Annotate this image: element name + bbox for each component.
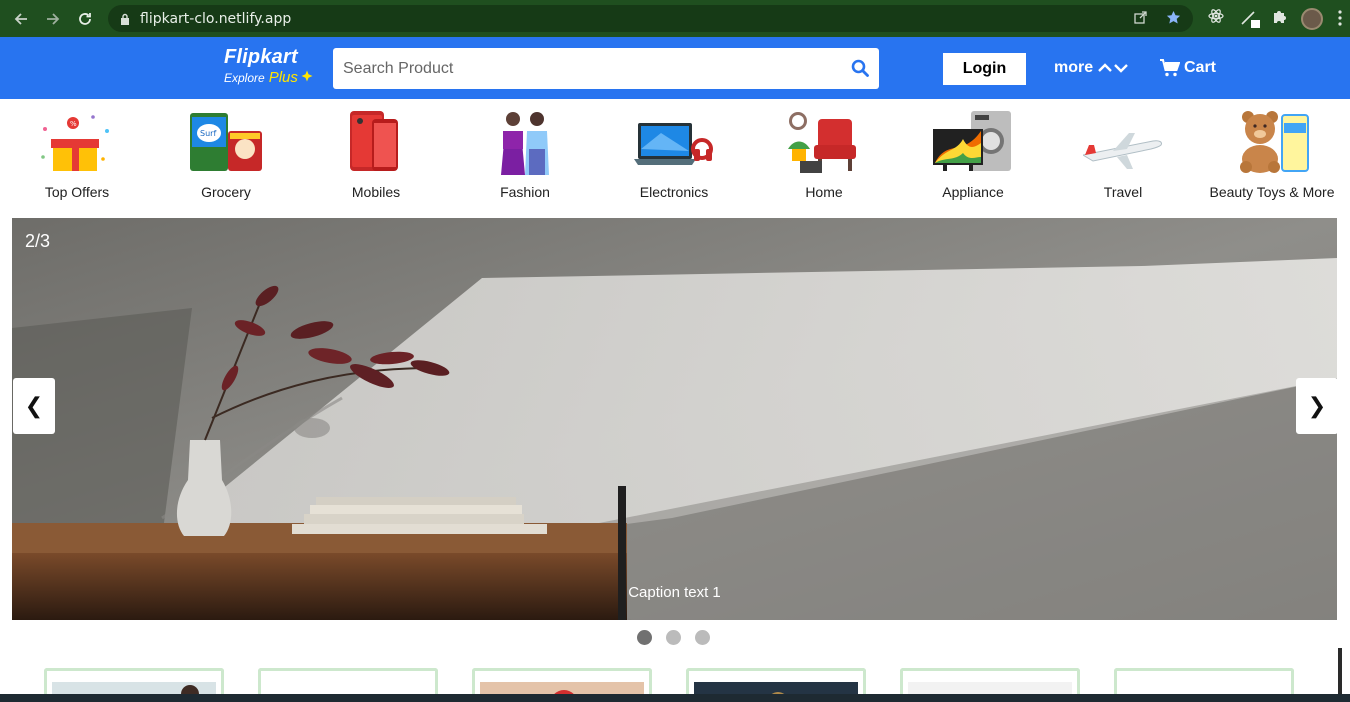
- flipkart-logo[interactable]: Flipkart Explore Plus: [224, 46, 313, 86]
- reload-icon[interactable]: [74, 8, 96, 30]
- menu-kebab-icon[interactable]: [1338, 10, 1342, 26]
- page-edge-shadow: [1338, 648, 1342, 694]
- react-extension-icon[interactable]: [1208, 8, 1224, 28]
- category-grocery[interactable]: Surf Grocery: [156, 109, 296, 200]
- appliance-icon: [933, 111, 1011, 171]
- grocery-icon: Surf: [190, 113, 262, 171]
- category-label: Fashion: [500, 184, 550, 200]
- carousel-prev-button[interactable]: ❮: [13, 378, 55, 434]
- category-label: Home: [805, 184, 843, 200]
- more-menu[interactable]: more: [1054, 59, 1129, 77]
- fashion-icon: [501, 112, 549, 175]
- home-decor-icon: [788, 112, 856, 173]
- hero-carousel: 2/3 Caption text 1 ❮ ❯: [12, 218, 1337, 620]
- pen-extension-icon[interactable]: [1240, 8, 1260, 32]
- category-top-offers[interactable]: % Top Offers: [7, 109, 147, 200]
- category-fashion[interactable]: Fashion: [455, 109, 595, 200]
- category-home[interactable]: Home: [754, 109, 894, 200]
- slide-counter: 2/3: [25, 231, 51, 251]
- logo-text: Flipkart: [224, 46, 298, 68]
- carousel-dot-3[interactable]: [695, 630, 710, 645]
- slide-caption: Caption text 1: [628, 584, 721, 601]
- cart-label: Cart: [1184, 59, 1217, 76]
- teddy-bear-icon: [1240, 111, 1309, 173]
- url-text: flipkart-clo.netlify.app: [140, 10, 292, 27]
- browser-toolbar: flipkart-clo.netlify.app: [0, 0, 1350, 37]
- category-label: Mobiles: [351, 184, 401, 200]
- lock-icon: [120, 13, 130, 25]
- share-icon[interactable]: [1134, 10, 1148, 28]
- carousel-next-button[interactable]: ❯: [1296, 378, 1337, 434]
- search-box: [333, 48, 879, 89]
- logo-explore-text: Explore: [224, 71, 265, 85]
- carousel-dot-1[interactable]: [637, 630, 652, 645]
- category-label: Appliance: [942, 184, 1004, 200]
- airplane-icon: [1083, 133, 1162, 169]
- category-label: Electronics: [639, 184, 709, 200]
- chevron-up-down-icon: [1098, 63, 1128, 73]
- svg-text:%: %: [70, 120, 77, 128]
- svg-text:Surf: Surf: [200, 129, 216, 138]
- category-label: Top Offers: [44, 184, 110, 200]
- cart-icon: [1160, 59, 1180, 77]
- mobile-icon: [350, 111, 398, 171]
- bookmark-star-icon[interactable]: [1166, 10, 1181, 28]
- category-electronics[interactable]: Electronics: [604, 109, 744, 200]
- os-taskbar: [0, 694, 1350, 702]
- category-mobiles[interactable]: Mobiles: [306, 109, 446, 200]
- forward-arrow-icon[interactable]: [42, 8, 64, 30]
- category-label: Travel: [1103, 184, 1143, 200]
- category-beauty-toys[interactable]: Beauty Toys & More: [1202, 109, 1342, 200]
- more-label: more: [1054, 59, 1094, 76]
- category-travel[interactable]: Travel: [1053, 109, 1193, 200]
- extensions-puzzle-icon[interactable]: [1272, 8, 1288, 28]
- login-button[interactable]: Login: [943, 53, 1026, 85]
- slide-image: [12, 218, 1337, 620]
- gift-icon: %: [41, 115, 109, 171]
- logo-plus-text: Plus: [268, 69, 298, 86]
- address-bar[interactable]: flipkart-clo.netlify.app: [108, 5, 1193, 32]
- category-bar: % Top Offers Surf Grocery Mobiles Fashio…: [0, 99, 1350, 216]
- back-arrow-icon[interactable]: [10, 8, 32, 30]
- category-appliance[interactable]: Appliance: [903, 109, 1043, 200]
- site-header: Flipkart Explore Plus Login more Cart: [0, 37, 1350, 99]
- laptop-icon: [634, 123, 713, 165]
- plus-badge-icon: [301, 70, 313, 85]
- category-label: Grocery: [201, 184, 251, 200]
- category-label: Beauty Toys & More: [1209, 184, 1335, 200]
- carousel-dot-2[interactable]: [666, 630, 681, 645]
- search-icon[interactable]: [851, 59, 869, 77]
- carousel-dots: [637, 630, 710, 645]
- cart-link[interactable]: Cart: [1160, 59, 1216, 77]
- search-input[interactable]: [333, 48, 823, 89]
- profile-avatar[interactable]: [1301, 8, 1323, 30]
